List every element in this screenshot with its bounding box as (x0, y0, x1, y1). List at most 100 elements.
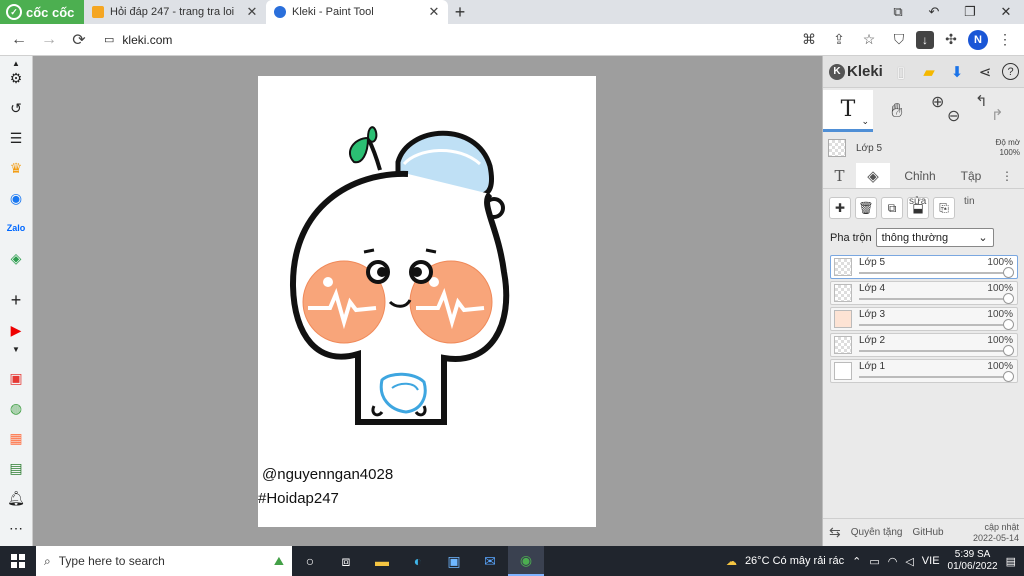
volume-icon[interactable]: ◁ (905, 555, 913, 568)
forward-icon[interactable]: → (36, 27, 62, 53)
zoom-in-icon[interactable]: ⊕ (931, 92, 944, 112)
opacity-slider-track[interactable] (859, 376, 1009, 378)
github-link[interactable]: GitHub (912, 527, 943, 538)
tab-edit[interactable]: Chỉnh (890, 163, 950, 188)
download-icon[interactable]: ⬇ (946, 61, 968, 83)
opacity-slider-handle[interactable] (1003, 371, 1014, 382)
history-icon[interactable]: ↺ (4, 96, 28, 120)
maps-icon[interactable]: ◍ (4, 396, 28, 420)
back-history-icon[interactable]: ↶ (916, 0, 952, 24)
share-icon[interactable]: ⇪ (826, 27, 852, 53)
close-icon[interactable]: ✕ (246, 4, 258, 20)
youtube-icon[interactable]: ▶ (4, 318, 28, 342)
taskbar-search-input[interactable]: ⌕ Type here to search ⛰ (36, 546, 292, 576)
opacity-slider-track[interactable] (859, 324, 1009, 326)
donate-link[interactable]: Quyên tặng (851, 527, 903, 538)
opacity-slider-handle[interactable] (1003, 319, 1014, 330)
gamepad-icon[interactable]: ◈ (4, 246, 28, 270)
delete-layer-button[interactable]: 🗑︎ (855, 197, 877, 219)
notification-icon[interactable]: ▤ (1006, 555, 1016, 568)
weather-text[interactable]: 26°C Có mây rải rác (745, 555, 844, 567)
close-window-icon[interactable]: ✕ (988, 0, 1024, 24)
more-icon[interactable]: ⋯ (4, 516, 28, 540)
share-icon[interactable]: ⋖ (974, 61, 996, 83)
text-tool-button[interactable]: T ⌄ (823, 90, 873, 132)
help-icon[interactable]: ? (1002, 63, 1019, 80)
extensions-icon[interactable]: ✣ (938, 27, 964, 53)
back-icon[interactable]: ← (6, 27, 32, 53)
crown-icon[interactable]: ♛ (4, 156, 28, 180)
translate-icon[interactable]: ⌘ (796, 27, 822, 53)
layer-row[interactable]: Lớp 5 100% (830, 255, 1018, 279)
mail-icon[interactable]: ✉ (472, 546, 508, 576)
layer-row[interactable]: Lớp 1 100% (830, 359, 1018, 383)
redo-icon[interactable]: ↱ (991, 106, 1004, 124)
new-tab-button[interactable]: + (448, 0, 472, 24)
wifi-icon[interactable]: ◠ (888, 555, 898, 568)
opacity-slider-track[interactable] (859, 272, 1009, 274)
url-input[interactable]: ▭ kleki.com (96, 26, 786, 53)
cortana-icon[interactable]: ○ (292, 546, 328, 576)
avatar[interactable]: N (968, 29, 988, 50)
more-icon[interactable]: ⋮ (992, 163, 1022, 188)
undo-icon[interactable]: ↰ (975, 92, 988, 110)
tab-hoidap[interactable]: Hỏi đáp 247 - trang tra loi ✕ (84, 0, 266, 24)
tab-text-tool[interactable]: T (823, 163, 856, 188)
opacity-slider-handle[interactable] (1003, 293, 1014, 304)
windows-start-button[interactable] (0, 546, 36, 576)
battery-icon[interactable]: ▭ (869, 555, 879, 568)
tab-layers[interactable]: ◈ (856, 163, 890, 188)
new-file-icon[interactable]: ▯ (890, 61, 912, 83)
task-view-icon[interactable]: ⧈ (328, 546, 364, 576)
opacity-slider-track[interactable] (859, 298, 1009, 300)
download-icon[interactable]: ↓ (916, 30, 934, 49)
reload-icon[interactable]: ⟳ (66, 27, 92, 53)
folder-icon[interactable]: ▰ (918, 61, 940, 83)
file-explorer-icon[interactable]: ▬ (364, 546, 400, 576)
chevron-up-icon[interactable]: ⌃ (852, 555, 861, 568)
store-icon[interactable]: ▣ (436, 546, 472, 576)
shield-icon[interactable]: ⛉ (886, 27, 912, 53)
opacity-slider-track[interactable] (859, 350, 1009, 352)
add-icon[interactable]: + (4, 288, 28, 312)
chevron-down-icon[interactable]: ▼ (4, 344, 28, 354)
browser-logo[interactable]: ✓ cốc cốc (0, 0, 84, 24)
clock[interactable]: 5:39 SA 01/06/2022 (948, 549, 998, 573)
close-icon[interactable]: ✕ (428, 4, 440, 20)
duplicate-layer-button[interactable]: ⧉ (881, 197, 903, 219)
layer-row[interactable]: Lớp 4 100% (830, 281, 1018, 305)
star-icon[interactable]: ☆ (856, 27, 882, 53)
blend-mode-select[interactable]: thông thường ⌄ (875, 228, 994, 247)
bell-icon[interactable]: 🔔︎ (4, 486, 28, 510)
restore-icon[interactable]: ❐ (952, 0, 988, 24)
update-date: 2022-05-14 (972, 532, 1019, 543)
layer-row[interactable]: Lớp 2 100% (830, 333, 1018, 357)
opacity-slider-handle[interactable] (1003, 267, 1014, 278)
store-icon[interactable]: ▦ (4, 426, 28, 450)
layer-thumbnail (834, 258, 852, 276)
language-indicator[interactable]: VIE (922, 555, 940, 567)
hand-tool-button[interactable]: ✋︎ (873, 90, 921, 132)
sheet-icon[interactable]: ▤ (4, 456, 28, 480)
swap-icon[interactable]: ⇆ (829, 524, 841, 541)
layer-row[interactable]: Lớp 3 100% (830, 307, 1018, 331)
list-icon[interactable]: ☰ (4, 126, 28, 150)
zalo-icon[interactable]: Zalo (4, 216, 28, 240)
kleki-logo[interactable]: K Kleki (829, 63, 883, 80)
menu-icon[interactable]: ⋮ (992, 27, 1018, 53)
gear-icon[interactable]: ⚙ (4, 66, 28, 90)
tab-kleki[interactable]: Kleki - Paint Tool ✕ (266, 0, 448, 24)
add-layer-button[interactable]: ✚ (829, 197, 851, 219)
rename-layer-button[interactable]: ⎘ (933, 197, 955, 219)
search-tabs-icon[interactable]: ⧉ (880, 0, 916, 24)
canvas-workarea[interactable]: @nguyenngan4028 #Hoidap247 (33, 56, 822, 546)
drawing-canvas[interactable]: @nguyenngan4028 #Hoidap247 (258, 76, 596, 527)
opacity-slider-handle[interactable] (1003, 345, 1014, 356)
tab-file[interactable]: Tập (950, 163, 992, 188)
messenger-icon[interactable]: ◉ (4, 186, 28, 210)
zoom-out-icon[interactable]: ⊖ (947, 106, 960, 126)
shopping-icon[interactable]: ▣ (4, 366, 28, 390)
coccoc-taskbar-icon[interactable]: ◉ (508, 546, 544, 576)
update-info[interactable]: cập nhật 2022-05-14 (973, 522, 1019, 544)
edge-icon[interactable]: ◐ (400, 546, 436, 576)
